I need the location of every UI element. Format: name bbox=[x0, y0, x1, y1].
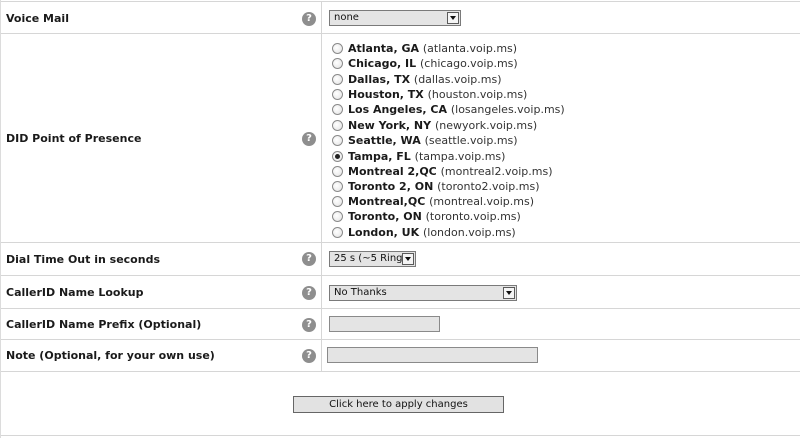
radio-toronto[interactable] bbox=[332, 211, 343, 222]
pop-city-tampa: Tampa, FL bbox=[348, 150, 411, 163]
column-divider bbox=[321, 34, 322, 242]
pop-host-toronto: (toronto.voip.ms) bbox=[425, 210, 521, 223]
radio-dallas[interactable] bbox=[332, 74, 343, 85]
pop-host-seattle: (seattle.voip.ms) bbox=[424, 134, 518, 147]
voice-mail-label: Voice Mail bbox=[6, 12, 69, 25]
row-dial-timeout: Dial Time Out in seconds ? 25 s (~5 Ring… bbox=[1, 243, 800, 276]
column-divider bbox=[321, 243, 322, 275]
dial-timeout-label: Dial Time Out in seconds bbox=[6, 253, 160, 266]
pop-host-chicago: (chicago.voip.ms) bbox=[420, 57, 518, 70]
pop-city-seattle: Seattle, WA bbox=[348, 134, 421, 147]
dial-timeout-selected-value: 25 s (~5 Rings) bbox=[334, 253, 412, 264]
pop-host-tampa: (tampa.voip.ms) bbox=[414, 150, 506, 163]
radio-toronto2[interactable] bbox=[332, 181, 343, 192]
chevron-down-icon[interactable] bbox=[503, 287, 515, 299]
radio-houston[interactable] bbox=[332, 89, 343, 100]
note-label: Note (Optional, for your own use) bbox=[6, 349, 215, 362]
callerid-prefix-input[interactable] bbox=[329, 316, 440, 332]
apply-changes-button[interactable]: Click here to apply changes bbox=[293, 396, 504, 413]
settings-form: Voice Mail ? none DID Point of Presence … bbox=[0, 0, 800, 438]
pop-city-atlanta: Atlanta, GA bbox=[348, 42, 420, 55]
radio-london[interactable] bbox=[332, 227, 343, 238]
radio-chicago[interactable] bbox=[332, 58, 343, 69]
pop-host-losangeles: (losangeles.voip.ms) bbox=[450, 103, 565, 116]
help-icon[interactable]: ? bbox=[302, 132, 316, 146]
radio-montreal[interactable] bbox=[332, 196, 343, 207]
radio-montreal2[interactable] bbox=[332, 166, 343, 177]
pop-city-toronto: Toronto, ON bbox=[348, 210, 422, 223]
dial-timeout-select[interactable]: 25 s (~5 Rings) bbox=[329, 251, 416, 267]
pop-city-toronto2: Toronto 2, ON bbox=[348, 180, 434, 193]
row-note: Note (Optional, for your own use) ? bbox=[1, 340, 800, 372]
help-icon[interactable]: ? bbox=[302, 12, 316, 26]
pop-host-atlanta: (atlanta.voip.ms) bbox=[422, 42, 518, 55]
radio-newyork[interactable] bbox=[332, 120, 343, 131]
column-divider bbox=[321, 309, 322, 339]
pop-city-montreal2: Montreal 2,QC bbox=[348, 165, 437, 178]
pop-city-chicago: Chicago, IL bbox=[348, 57, 417, 70]
pop-host-montreal: (montreal.voip.ms) bbox=[429, 195, 535, 208]
voice-mail-selected-value: none bbox=[334, 12, 359, 23]
help-icon[interactable]: ? bbox=[302, 349, 316, 363]
help-icon[interactable]: ? bbox=[302, 286, 316, 300]
pop-city-houston: Houston, TX bbox=[348, 88, 424, 101]
row-voice-mail: Voice Mail ? none bbox=[1, 1, 800, 34]
callerid-lookup-selected-value: No Thanks bbox=[334, 287, 387, 298]
chevron-down-icon[interactable] bbox=[447, 12, 459, 24]
did-pop-label: DID Point of Presence bbox=[6, 132, 142, 145]
radio-atlanta[interactable] bbox=[332, 43, 343, 54]
pop-host-newyork: (newyork.voip.ms) bbox=[434, 119, 538, 132]
pop-host-montreal2: (montreal2.voip.ms) bbox=[440, 165, 553, 178]
pop-host-houston: (houston.voip.ms) bbox=[427, 88, 528, 101]
radio-tampa[interactable] bbox=[332, 151, 343, 162]
callerid-lookup-label: CallerID Name Lookup bbox=[6, 286, 144, 299]
pop-host-london: (london.voip.ms) bbox=[422, 226, 516, 239]
row-callerid-prefix: CallerID Name Prefix (Optional) ? bbox=[1, 309, 800, 340]
pop-city-newyork: New York, NY bbox=[348, 119, 432, 132]
voice-mail-select[interactable]: none bbox=[329, 10, 461, 26]
column-divider bbox=[321, 2, 322, 33]
help-icon[interactable]: ? bbox=[302, 252, 316, 266]
note-input[interactable] bbox=[327, 347, 538, 363]
callerid-lookup-select[interactable]: No Thanks bbox=[329, 285, 517, 301]
help-icon[interactable]: ? bbox=[302, 318, 316, 332]
radio-seattle[interactable] bbox=[332, 135, 343, 146]
row-callerid-lookup: CallerID Name Lookup ? No Thanks bbox=[1, 276, 800, 309]
radio-losangeles[interactable] bbox=[332, 104, 343, 115]
pop-city-losangeles: Los Angeles, CA bbox=[348, 103, 447, 116]
row-did-point-of-presence: DID Point of Presence ? Atlanta, GA (atl… bbox=[1, 34, 800, 243]
column-divider bbox=[321, 340, 322, 371]
callerid-prefix-label: CallerID Name Prefix (Optional) bbox=[6, 318, 202, 331]
chevron-down-icon[interactable] bbox=[402, 253, 414, 265]
pop-city-montreal: Montreal,QC bbox=[348, 195, 426, 208]
pop-city-dallas: Dallas, TX bbox=[348, 73, 411, 86]
pop-city-london: London, UK bbox=[348, 226, 420, 239]
column-divider bbox=[321, 276, 322, 308]
pop-host-dallas: (dallas.voip.ms) bbox=[413, 73, 502, 86]
pop-host-toronto2: (toronto2.voip.ms) bbox=[437, 180, 540, 193]
